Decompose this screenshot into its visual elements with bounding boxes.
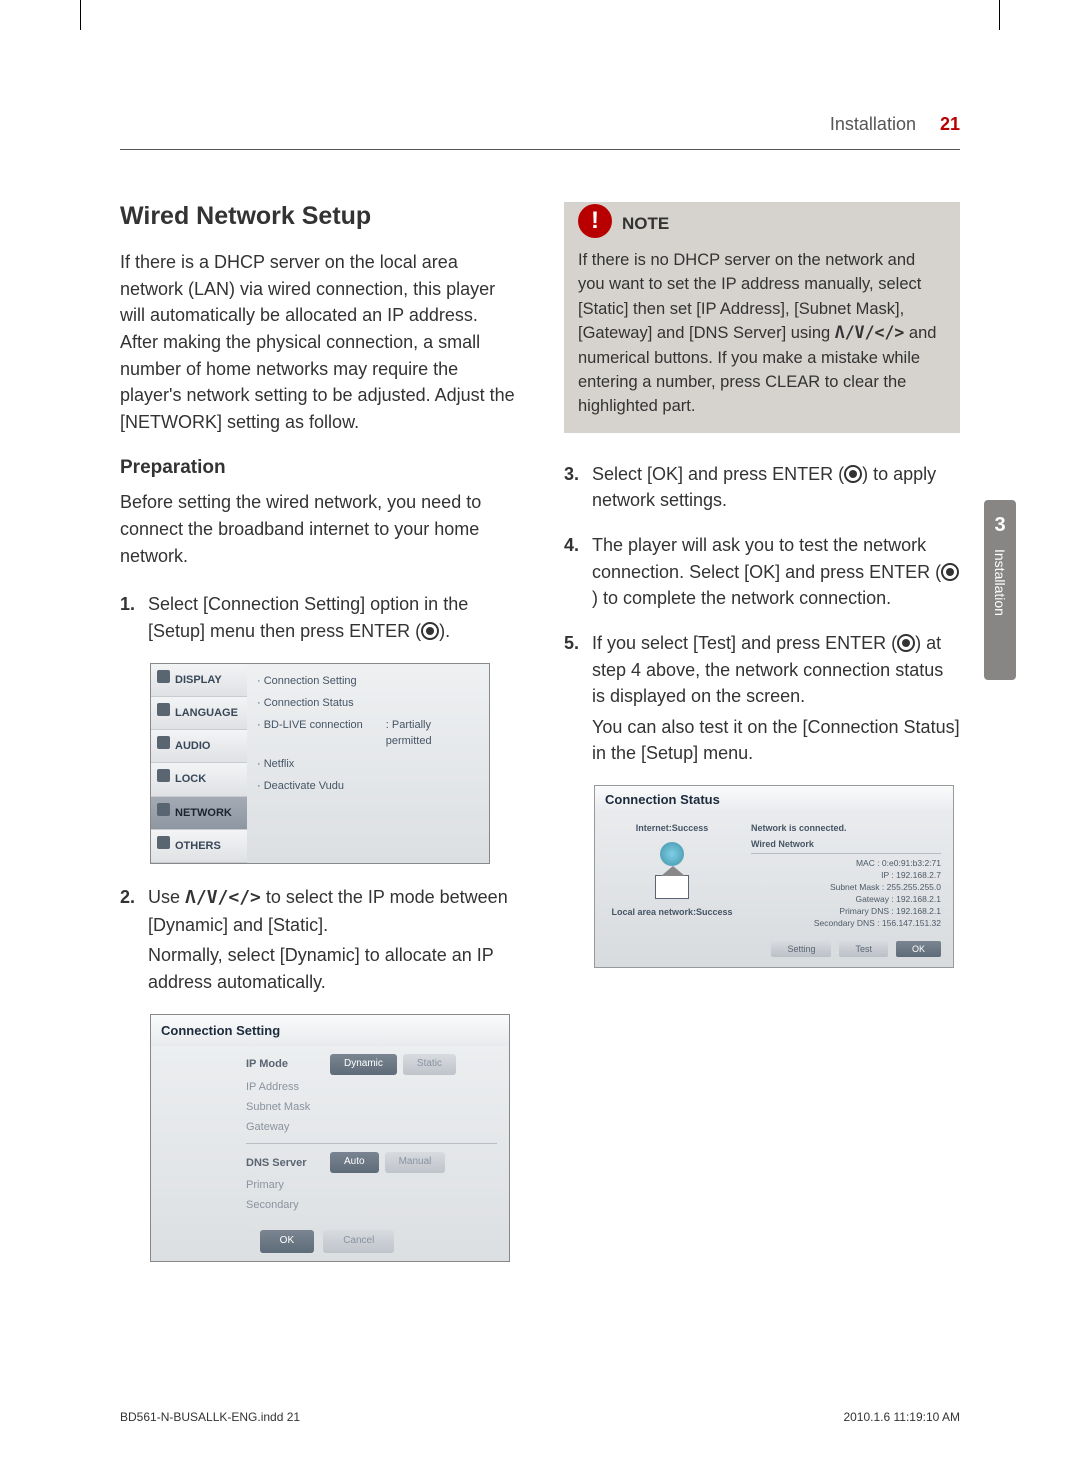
enter-icon [421,622,439,640]
sdns-info: Secondary DNS : 156.147.151.32 [751,918,941,930]
arrow-keys: Λ/V/</> [185,887,261,908]
dns-server-label: DNS Server [246,1155,330,1171]
step-text: Use [148,887,185,907]
gateway-label: Gateway [246,1119,330,1135]
step-subtext: You can also test it on the [Connection … [592,714,960,767]
lan-status: Local area network:Success [607,907,737,917]
setup-menu-screenshot: DISPLAY LANGUAGE AUDIO LOCK NETWORK OTHE… [150,663,490,865]
content-columns: Wired Network Setup If there is a DHCP s… [120,202,960,1282]
side-tab: 3 Installation [984,500,1016,680]
sidebar-network: NETWORK [151,797,247,830]
opt-label: · BD-LIVE connection [257,717,386,750]
note-text: If there is no DHCP server on the networ… [578,248,946,419]
step-text: Select [Connection Setting] option in th… [148,594,468,641]
house-icon [655,875,689,899]
list-number: 2. [120,884,144,996]
opt-label: · Connection Status [257,695,387,711]
primary-label: Primary [246,1177,330,1193]
status-left-panel: Internet:Success Local area network:Succ… [607,823,737,929]
dynamic-pill: Dynamic [330,1054,397,1075]
footer-timestamp: 2010.1.6 11:19:10 AM [843,1410,960,1424]
page: Installation 21 Wired Network Setup If t… [0,0,1080,1342]
screenshot-title: Connection Setting [151,1015,509,1046]
sidebar-lock: LOCK [151,763,247,796]
header-page-number: 21 [940,114,960,135]
secondary-label: Secondary [246,1197,330,1213]
setting-button: Setting [771,941,831,957]
step-text-end: ). [439,621,450,641]
globe-icon [660,842,684,866]
list-number: 3. [564,461,588,514]
header-section: Installation [830,114,916,135]
network-type: Wired Network [751,839,941,854]
page-footer: BD561-N-BUSALLK-ENG.indd 21 2010.1.6 11:… [120,1410,960,1424]
side-tab-label: Installation [992,549,1008,616]
sidebar-language: LANGUAGE [151,697,247,730]
setup-sidebar: DISPLAY LANGUAGE AUDIO LOCK NETWORK OTHE… [151,664,247,864]
left-column: Wired Network Setup If there is a DHCP s… [120,202,516,1282]
step-5: 5. If you select [Test] and press ENTER … [564,630,960,767]
page-header: Installation 21 [120,114,960,150]
ok-button: OK [896,941,941,957]
right-column: ! NOTE If there is no DHCP server on the… [564,202,960,1282]
note-label: NOTE [622,214,669,234]
sidebar-audio: AUDIO [151,730,247,763]
connection-msg: Network is connected. [751,823,941,833]
screenshot-title: Connection Status [595,786,953,813]
subnet-label: Subnet Mask [246,1099,330,1115]
ok-button: OK [260,1230,314,1253]
step-4: 4. The player will ask you to test the n… [564,532,960,612]
preparation-heading: Preparation [120,457,516,479]
mac-info: MAC : 0:e0:91:b3:2:71 [751,858,941,870]
list-number: 5. [564,630,588,767]
step-text: The player will ask you to test the netw… [592,535,941,582]
subnet-info: Subnet Mask : 255.255.255.0 [751,882,941,894]
pdns-info: Primary DNS : 192.168.2.1 [751,906,941,918]
internet-status: Internet:Success [607,823,737,833]
enter-icon [897,634,915,652]
section-heading: Wired Network Setup [120,202,516,231]
list-number: 4. [564,532,588,612]
manual-pill: Manual [385,1152,446,1173]
enter-icon [844,465,862,483]
test-button: Test [839,941,888,957]
step-2: 2. Use Λ/V/</> to select the IP mode bet… [120,884,516,996]
static-pill: Static [403,1054,456,1075]
steps-list-right: 3. Select [OK] and press ENTER () to app… [564,461,960,767]
network-diagram-icon [607,837,737,903]
steps-list: 1. Select [Connection Setting] option in… [120,591,516,1261]
ip-info: IP : 192.168.2.7 [751,870,941,882]
opt-label: · Connection Setting [257,673,387,689]
note-exclamation-icon: ! [578,204,612,238]
setup-options: · Connection Setting · Connection Status… [247,664,489,864]
step-subtext: Normally, select [Dynamic] to allocate a… [148,942,516,995]
sidebar-display: DISPLAY [151,664,247,697]
step-3: 3. Select [OK] and press ENTER () to app… [564,461,960,514]
opt-value: : Partially permitted [386,717,479,750]
gateway-info: Gateway : 192.168.2.1 [751,894,941,906]
cancel-button: Cancel [323,1230,394,1253]
step-text: Select [OK] and press ENTER ( [592,464,844,484]
note-box: ! NOTE If there is no DHCP server on the… [564,202,960,433]
step-text: If you select [Test] and press ENTER ( [592,633,897,653]
preparation-text: Before setting the wired network, you ne… [120,489,516,569]
connection-status-screenshot: Connection Status Internet:Success Local… [594,785,954,968]
footer-file: BD561-N-BUSALLK-ENG.indd 21 [120,1410,300,1424]
step-text: ) to complete the network connection. [592,588,891,608]
opt-label: · Netflix [257,756,387,772]
ip-mode-label: IP Mode [246,1056,330,1072]
opt-label: · Deactivate Vudu [257,778,387,794]
status-right-panel: Network is connected. Wired Network MAC … [751,823,941,929]
list-number: 1. [120,591,144,644]
connection-setting-screenshot: Connection Setting IP Mode Dynamic Stati… [150,1014,510,1262]
enter-icon [941,563,959,581]
intro-paragraph: If there is a DHCP server on the local a… [120,249,516,435]
side-tab-number: 3 [994,514,1005,537]
arrow-keys: Λ/V/</> [835,323,905,342]
ip-address-label: IP Address [246,1079,330,1095]
step-1: 1. Select [Connection Setting] option in… [120,591,516,644]
auto-pill: Auto [330,1152,379,1173]
sidebar-others: OTHERS [151,830,247,863]
